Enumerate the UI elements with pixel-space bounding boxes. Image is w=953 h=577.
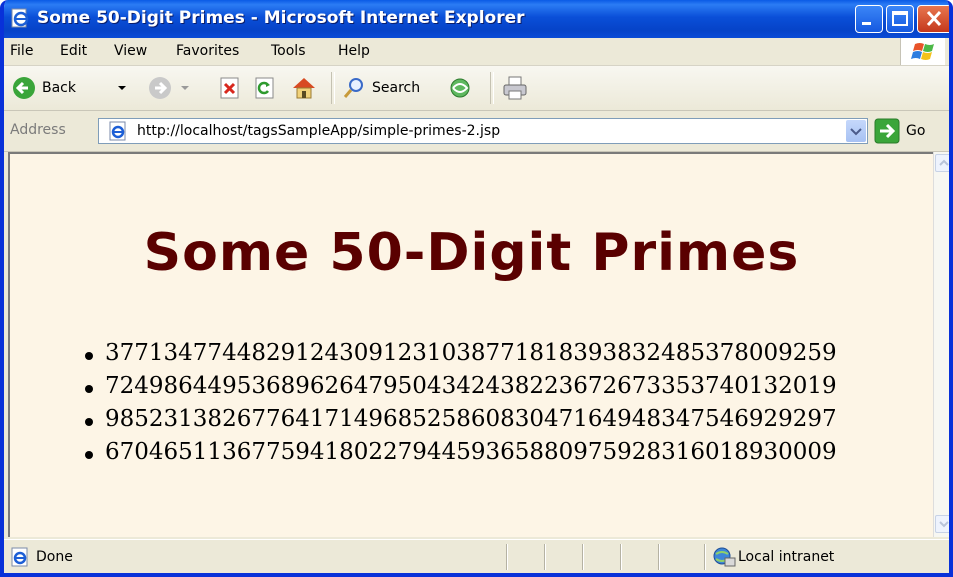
stop-icon [220,77,239,99]
minimize-icon [862,22,871,25]
status-text: Done [36,549,73,565]
search-button[interactable]: Search [342,76,434,100]
maximize-icon [892,11,908,26]
page-viewport: Some 50-Digit Primes 3771347744829124309… [8,152,933,537]
menu-file[interactable]: File [10,42,33,60]
page-heading: Some 50-Digit Primes [143,223,800,283]
menu-favorites[interactable]: Favorites [176,42,239,60]
chevron-down-icon [118,86,126,90]
go-label: Go [906,123,926,139]
toolbar-separator [490,72,494,104]
list-item: 9852313826776417149685258608304716494834… [85,403,837,436]
home-icon [293,78,315,99]
address-label: Address [10,122,66,138]
back-button[interactable]: Back [12,76,132,100]
chevron-down-icon [850,128,862,136]
toolbar-separator [331,72,335,104]
menu-help[interactable]: Help [338,42,370,60]
local-intranet-icon [713,547,736,567]
bullet-icon [85,385,93,393]
prime-number: 6704651136775941802279445936588097592831… [105,439,837,465]
back-label: Back [42,80,76,96]
ie-page-icon [11,8,29,28]
list-item: 7249864495368962647950434243822367267335… [85,370,837,403]
minimize-button[interactable] [855,5,883,33]
favorites-icon [450,78,470,98]
scroll-down-button[interactable] [935,515,949,533]
forward-button[interactable] [148,76,196,100]
prime-number: 7249864495368962647950434243822367267335… [105,373,837,399]
refresh-icon [255,77,274,99]
bullet-icon [85,352,93,360]
search-icon [343,78,363,98]
bullet-icon [85,451,93,459]
scroll-up-button[interactable] [935,154,949,172]
status-divider [544,544,546,570]
address-bar: Address http://localhost/tagsSampleApp/s… [4,111,949,152]
primes-list: 3771347744829124309123103877181839383248… [85,337,837,469]
menu-bar: File Edit View Favorites Tools Help [4,38,949,66]
windows-logo [900,38,945,65]
address-dropdown-button[interactable] [846,120,866,142]
prime-number: 3771347744829124309123103877181839383248… [105,340,837,366]
home-button[interactable] [291,76,317,100]
window-title: Some 50-Digit Primes - Microsoft Interne… [37,8,525,28]
menu-view[interactable]: View [114,42,147,60]
list-item: 3771347744829124309123103877181839383248… [85,337,837,370]
close-icon [926,10,942,27]
address-url: http://localhost/tagsSampleApp/simple-pr… [137,123,501,139]
windows-flag-icon [911,43,934,60]
security-zone-label: Local intranet [738,549,835,565]
stop-button[interactable] [218,76,242,100]
status-divider [704,544,706,570]
browser-window: Some 50-Digit Primes - Microsoft Interne… [0,0,953,577]
ie-page-icon [11,547,28,567]
chevron-up-icon [939,159,949,166]
vertical-scrollbar[interactable] [933,152,949,537]
status-divider [658,544,660,570]
status-divider [620,544,622,570]
chevron-down-icon [181,86,189,90]
status-divider [582,544,584,570]
list-item: 6704651136775941802279445936588097592831… [85,436,837,469]
chevron-down-icon [939,521,949,528]
standard-toolbar: Back Search [4,66,949,111]
forward-arrow-icon [149,77,171,99]
maximize-button[interactable] [886,5,914,33]
address-input[interactable]: http://localhost/tagsSampleApp/simple-pr… [98,118,868,144]
status-bar: Done Local intranet [4,539,949,573]
refresh-button[interactable] [253,76,277,100]
status-divider [506,544,508,570]
ie-page-icon [109,121,126,141]
bullet-icon [85,418,93,426]
go-button[interactable]: Go [874,118,944,144]
menu-tools[interactable]: Tools [271,42,306,60]
go-arrow-icon [874,118,900,144]
menu-edit[interactable]: Edit [60,42,87,60]
prime-number: 9852313826776417149685258608304716494834… [105,406,837,432]
back-arrow-icon [13,77,35,99]
favorites-button[interactable] [448,76,472,100]
close-button[interactable] [917,5,949,33]
search-label: Search [372,80,421,96]
print-icon [503,76,527,100]
print-button[interactable] [502,76,528,100]
title-bar[interactable]: Some 50-Digit Primes - Microsoft Interne… [4,0,949,38]
